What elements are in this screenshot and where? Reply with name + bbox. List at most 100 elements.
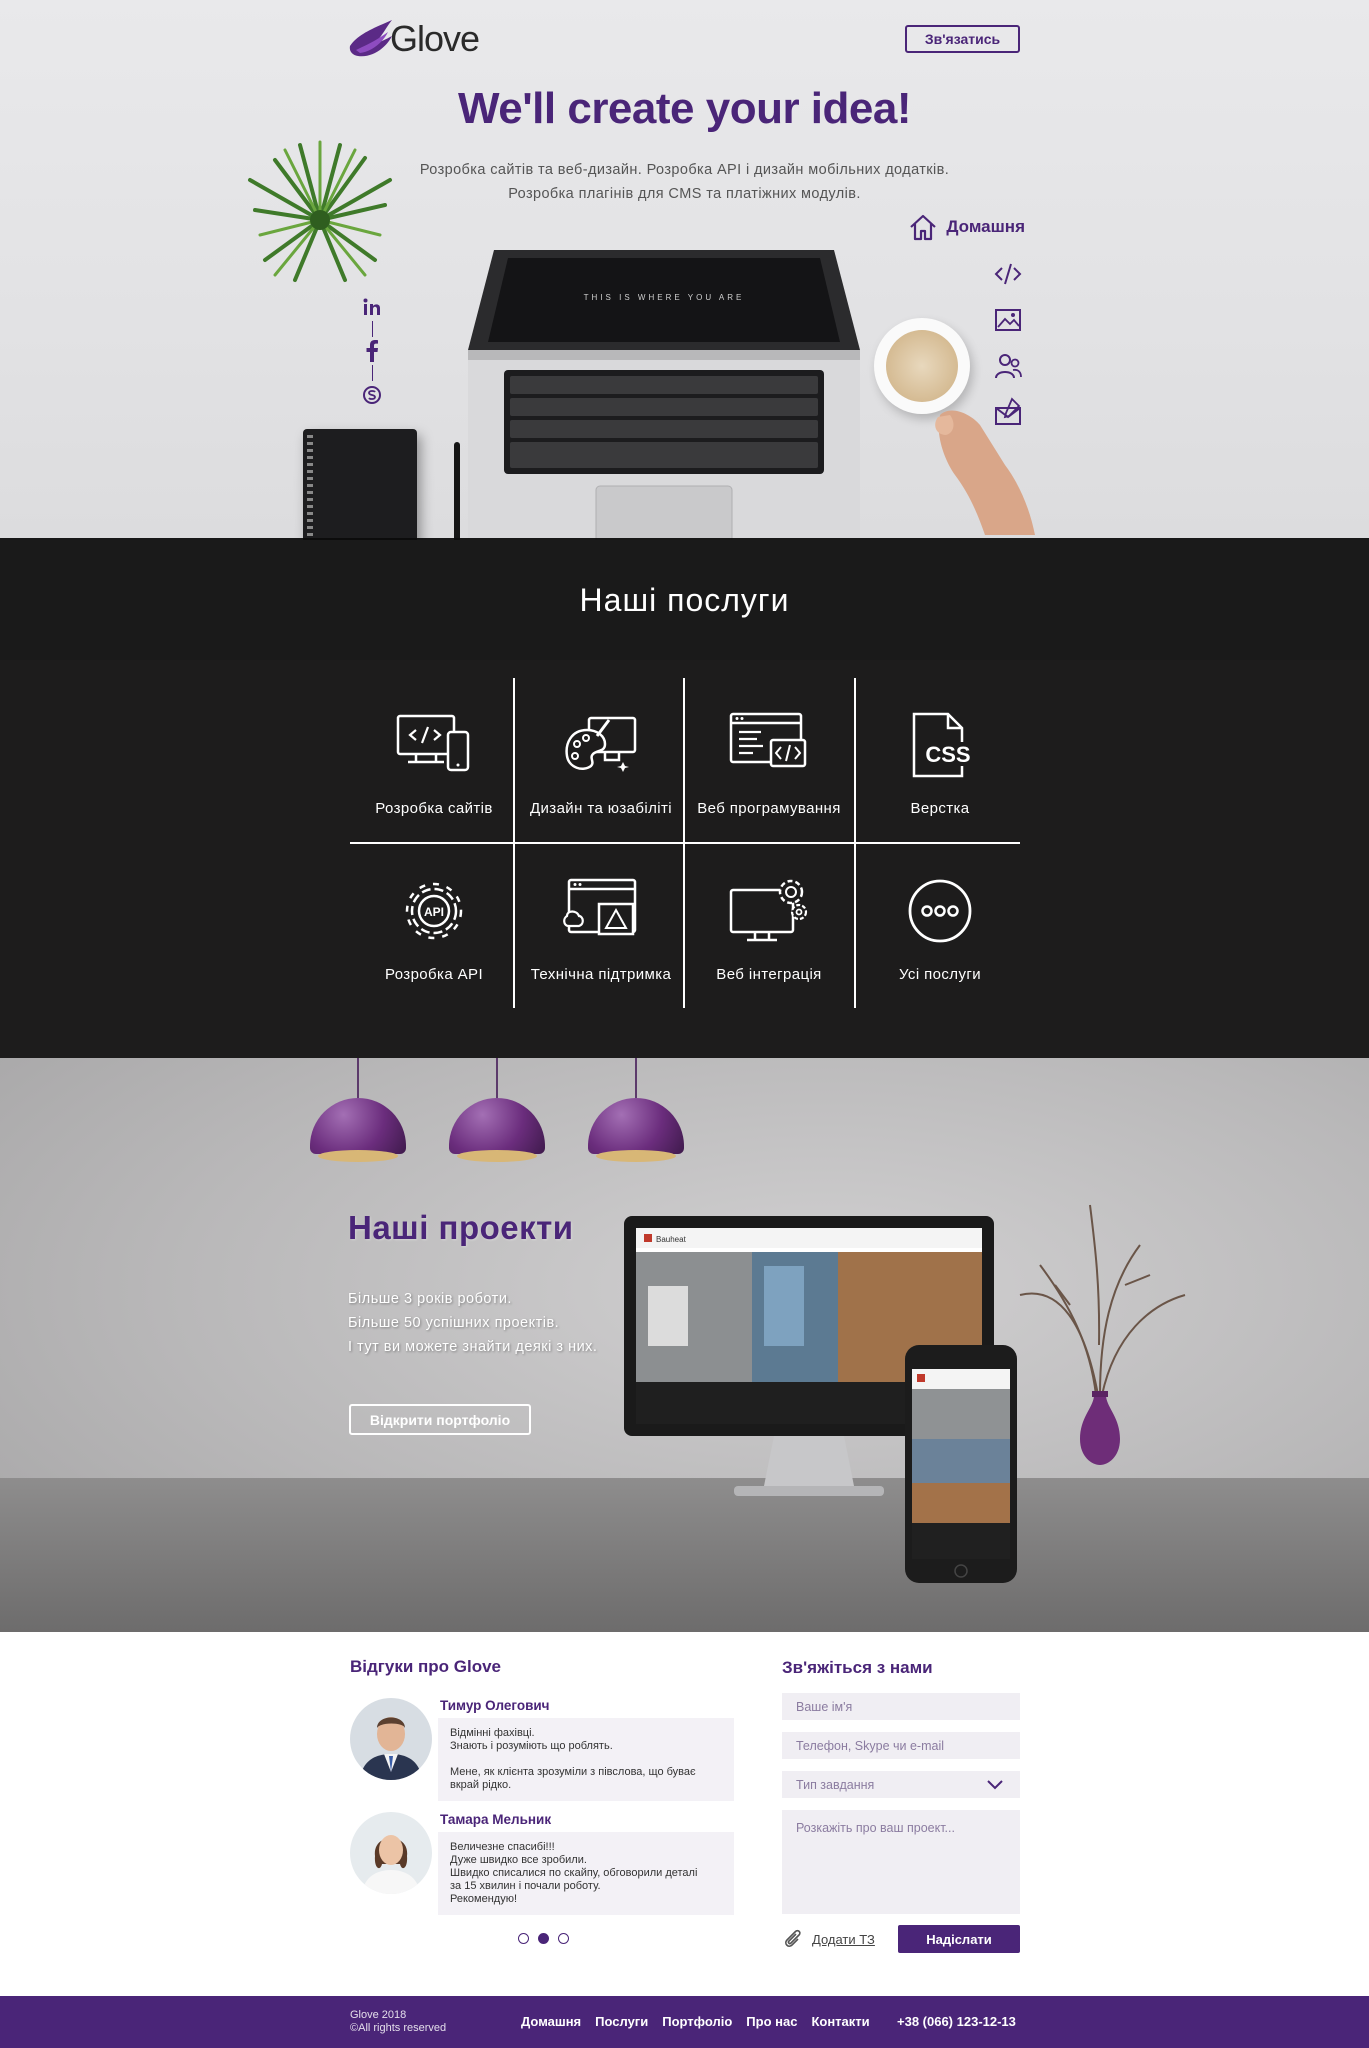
footer-nav: Домашня Послуги Портфоліо Про нас Контак…: [521, 2014, 870, 2029]
hero-subtitle-line2: Розробка плагінів для CMS та платіжних м…: [508, 186, 861, 202]
service-label: Розробка API: [384, 966, 484, 983]
review-line: Рекомендую!: [450, 1893, 518, 1905]
pen-image: [454, 442, 460, 540]
linkedin-icon[interactable]: [361, 296, 383, 318]
api-gear-icon: API: [405, 882, 463, 940]
phone-field-placeholder: Телефон, Skype чи e-mail: [796, 1738, 945, 1753]
name-field[interactable]: Ваше ім'я: [782, 1693, 1020, 1720]
review-text: Відмінні фахівці. Знають і розуміють що р…: [438, 1718, 734, 1801]
review-line: за 15 хвилин і почали роботу.: [450, 1880, 601, 1892]
palette-icon: [565, 716, 637, 772]
reviews-title: Відгуки про Glove: [350, 1657, 502, 1676]
people-icon[interactable]: [993, 350, 1023, 382]
project-message-textarea[interactable]: Розкажіть про ваш проект...: [782, 1810, 1020, 1914]
footer-nav-about[interactable]: Про нас: [746, 2014, 797, 2029]
vase-image: [1019, 1204, 1186, 1465]
service-web-integration[interactable]: Веб інтеграція: [685, 844, 853, 1009]
social-divider: [371, 321, 373, 337]
facebook-icon[interactable]: [361, 340, 383, 362]
name-field-placeholder: Ваше ім'я: [796, 1699, 853, 1714]
footer-nav-contacts[interactable]: Контакти: [811, 2014, 869, 2029]
copyright-line: ©All rights reserved: [350, 2022, 447, 2034]
projects-line: Більше 50 успішних проектів.: [348, 1315, 560, 1331]
open-portfolio-button[interactable]: Відкрити портфоліо: [349, 1404, 531, 1435]
service-tech-support[interactable]: Технічна підтримка: [517, 844, 685, 1009]
footer-copyright: Glove 2018 ©All rights reserved: [350, 2009, 446, 2035]
logo[interactable]: Glove: [348, 16, 480, 62]
footer-nav-home[interactable]: Домашня: [521, 2014, 581, 2029]
service-label: Усі послуги: [899, 966, 981, 983]
footer-nav-portfolio[interactable]: Портфоліо: [662, 2014, 732, 2029]
service-design-usability[interactable]: Дизайн та юзабіліті: [517, 678, 685, 843]
service-api-development[interactable]: API Розробка API: [350, 844, 518, 1009]
contact-button[interactable]: Зв'язатись: [905, 25, 1020, 53]
projects-line: І тут ви можете знайти деякі з них.: [348, 1339, 598, 1355]
avatar: [350, 1812, 432, 1894]
svg-text:API: API: [424, 905, 444, 919]
home-icon: [910, 214, 937, 241]
chevron-down-icon: [987, 1780, 1003, 1790]
review-card: Тимур Олегович Відмінні фахівці. Знають і…: [350, 1698, 735, 1818]
review-line: Швидко списалися по скайпу, обговорили д…: [450, 1867, 698, 1879]
phone-skype-email-field[interactable]: Телефон, Skype чи e-mail: [782, 1732, 1020, 1759]
pagination-dot[interactable]: [558, 1933, 569, 1944]
copyright-line: Glove 2018: [350, 2009, 407, 2021]
task-type-select[interactable]: Тип завдання: [782, 1771, 1020, 1798]
service-markup[interactable]: CSS Верстка: [856, 678, 1024, 843]
task-type-placeholder: Тип завдання: [796, 1777, 875, 1792]
service-all[interactable]: Усі послуги: [856, 844, 1024, 1009]
message-placeholder: Розкажіть про ваш проект...: [796, 1821, 955, 1835]
service-label: Веб інтеграція: [716, 966, 822, 983]
services-section: Розробка сайтів Дизайн та юзабіліті Веб …: [0, 660, 1369, 1058]
service-label: Технічна підтримка: [530, 966, 672, 983]
review-line: Дуже швидко все зробили.: [450, 1854, 587, 1866]
review-text: Величезне спасибі!!! Дуже швидко все зро…: [438, 1832, 734, 1915]
projects-description: Більше 3 років роботи. Більше 50 успішни…: [348, 1287, 597, 1359]
services-header: Наші послуги: [0, 538, 1369, 662]
pagination-dot[interactable]: [518, 1933, 529, 1944]
monitor-gears-icon: [729, 879, 808, 942]
laptop-image: THIS IS WHERE YOU ARE: [468, 250, 860, 540]
service-label: Розробка сайтів: [375, 800, 493, 817]
attach-spec-label: Додати ТЗ: [812, 1931, 875, 1947]
code-icon[interactable]: [993, 258, 1023, 290]
footer-nav-services[interactable]: Послуги: [595, 2014, 648, 2029]
logo-text: Glove: [390, 18, 480, 59]
service-web-development[interactable]: Розробка сайтів: [350, 678, 518, 843]
plant-image: [248, 140, 392, 282]
footer: Glove 2018 ©All rights reserved Домашня …: [0, 1996, 1369, 2048]
mail-icon[interactable]: [993, 396, 1023, 428]
skype-icon[interactable]: [361, 384, 383, 406]
avatar: [350, 1698, 432, 1780]
review-card: Тамара Мельник Величезне спасибі!!! Дуже…: [350, 1812, 735, 1922]
projects-line: Більше 3 років роботи.: [348, 1291, 512, 1307]
service-web-programming[interactable]: Веб програмування: [685, 678, 853, 843]
css-file-icon: CSS: [912, 712, 974, 778]
review-author: Тамара Мельник: [440, 1812, 552, 1827]
services-title: Наші послуги: [579, 581, 790, 618]
review-line: Знають і розуміють що роблять.: [450, 1740, 613, 1752]
mockup-brand-text: Bauheat: [656, 1235, 687, 1244]
contact-title: Зв'яжіться з нами: [782, 1658, 933, 1677]
pendant-lamp-image: [310, 1058, 406, 1164]
pendant-lamp-image: [449, 1058, 545, 1164]
support-windows-icon: [563, 878, 637, 936]
review-line: Величезне спасибі!!!: [450, 1841, 555, 1853]
service-label: Дизайн та юзабіліті: [529, 800, 673, 817]
image-icon[interactable]: [993, 304, 1023, 336]
pagination-dot-active[interactable]: [538, 1933, 549, 1944]
pendant-lamp-image: [588, 1058, 684, 1164]
laptop-screen-text: THIS IS WHERE YOU ARE: [584, 293, 745, 302]
service-label: Верстка: [910, 800, 970, 817]
home-link[interactable]: Домашня: [895, 212, 1025, 242]
hero-section: Glove Зв'язатись We'll create your idea!…: [0, 0, 1369, 540]
hero-title: We'll create your idea!: [458, 84, 912, 133]
attach-spec-link[interactable]: Додати ТЗ: [782, 1928, 875, 1950]
svg-text:CSS: CSS: [925, 742, 970, 767]
side-nav-icons: [993, 258, 1025, 428]
side-nav: Домашня: [895, 212, 1025, 425]
devices-code-icon: [396, 714, 470, 772]
send-button[interactable]: Надіслати: [898, 1925, 1020, 1953]
services-grid: Розробка сайтів Дизайн та юзабіліті Веб …: [350, 678, 1020, 1008]
footer-phone[interactable]: +38 (066) 123-12-13: [897, 2014, 1016, 2029]
